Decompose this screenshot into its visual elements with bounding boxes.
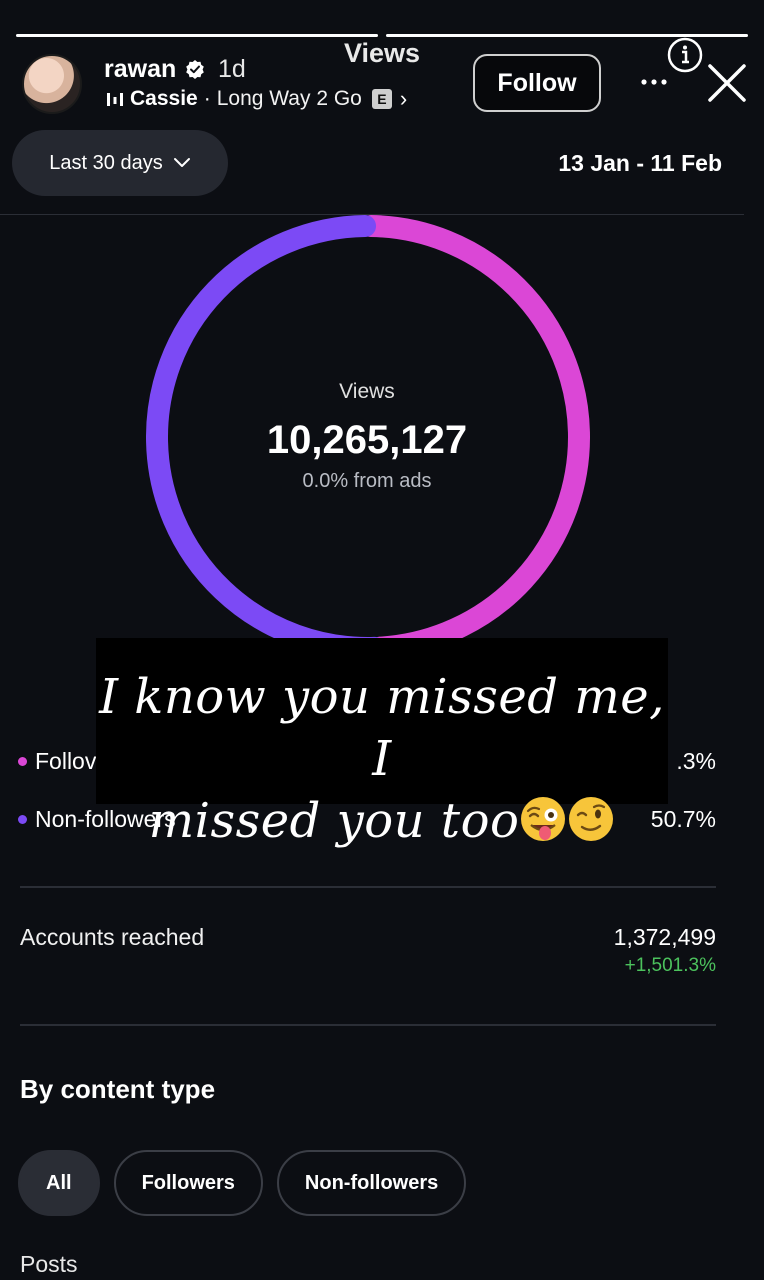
divider <box>20 1024 716 1026</box>
nonfollowers-dot <box>18 815 27 824</box>
divider <box>20 886 716 888</box>
music-song: Long Way 2 Go <box>216 87 362 110</box>
info-icon[interactable] <box>666 36 704 74</box>
explicit-badge: E <box>371 89 392 109</box>
ads-note: 0.0% from ads <box>302 470 432 492</box>
chevron-down-icon <box>173 158 190 167</box>
music-separator: · <box>203 87 211 110</box>
posts-label: Posts <box>20 1251 78 1277</box>
views-total: 10,265,127 <box>266 418 468 462</box>
content-type-filters: All Followers Non-followers <box>18 1150 467 1216</box>
section-title: By content type <box>20 1074 216 1104</box>
music-artist: Cassie <box>130 87 198 110</box>
music-bars-icon <box>107 93 123 106</box>
close-icon[interactable] <box>706 62 748 104</box>
music-attribution[interactable]: Cassie · Long Way 2 Go E › <box>106 86 407 112</box>
date-range-text: 13 Jan - 11 Feb <box>558 150 722 176</box>
followers-percentage: .3% <box>676 748 716 774</box>
sticker-line-1: I know you missed me, I <box>99 669 665 787</box>
filter-chip-all[interactable]: All <box>18 1150 100 1216</box>
chevron-right-icon: › <box>399 86 408 111</box>
follow-button[interactable]: Follow <box>473 54 601 112</box>
zany-face-emoji-icon <box>521 797 566 841</box>
more-icon[interactable] <box>636 70 672 94</box>
accounts-reached-label: Accounts reached <box>20 924 205 950</box>
sticker-line-2: missed you too <box>148 793 520 849</box>
filter-chip-followers[interactable]: Followers <box>113 1150 263 1216</box>
date-range-dropdown-label: Last 30 days <box>49 151 163 174</box>
accounts-reached-value: 1,372,499 <box>613 924 716 950</box>
progress-fill-1 <box>16 34 378 37</box>
sticker-line-2-row: missed you too <box>96 790 668 852</box>
followers-dot <box>18 757 27 766</box>
accounts-reached-change: +1,501.3% <box>624 955 716 976</box>
page-title: Views <box>343 38 421 68</box>
date-range-dropdown[interactable]: Last 30 days <box>12 130 228 196</box>
progress-segment <box>16 34 378 37</box>
donut-label: Views <box>339 380 395 403</box>
sticker-text: I know you missed me, I missed you too <box>96 666 668 852</box>
followers-label: Follov <box>35 748 97 774</box>
winking-face-emoji-icon <box>569 797 614 841</box>
text-sticker: I know you missed me, I missed you too <box>96 638 668 849</box>
story-screen: rawan 1d Cassie · Long Way 2 Go E › View… <box>0 0 764 1280</box>
filter-chip-nonfollowers[interactable]: Non-followers <box>276 1150 467 1216</box>
